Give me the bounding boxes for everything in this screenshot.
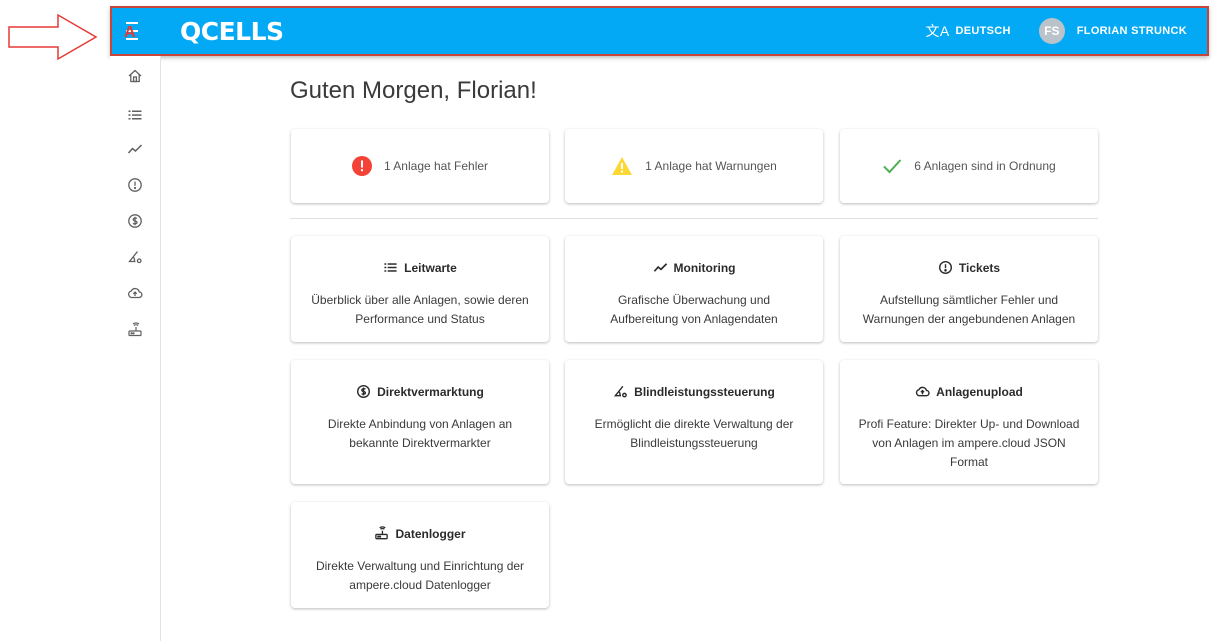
status-card-errors[interactable]: 1 Anlage hat Fehler — [291, 129, 549, 203]
warning-icon — [611, 156, 633, 176]
trend-icon — [127, 144, 143, 154]
feature-title: Datenlogger — [395, 526, 466, 541]
nav-item-monitoring[interactable] — [110, 137, 160, 161]
language-label: DEUTSCH — [955, 25, 1011, 37]
page-title: Guten Morgen, Florian! — [290, 77, 537, 104]
angle-gear-icon — [614, 385, 627, 398]
cloud-upload-icon — [128, 287, 143, 299]
feature-description: Direkte Verwaltung und Einrichtung der a… — [315, 559, 525, 592]
nav-item-upload[interactable] — [110, 281, 160, 305]
top-app-bar: QCELLS 文A DEUTSCH FS FLORIAN STRUNCK — [110, 6, 1209, 56]
divider — [290, 218, 1098, 219]
feature-title-row: Anlagenupload — [840, 384, 1098, 399]
status-text: 1 Anlage hat Warnungen — [645, 159, 777, 173]
feature-description: Grafische Überwachung und Aufbereitung v… — [610, 293, 778, 326]
feature-card-tickets[interactable]: Tickets Aufstellung sämtlicher Fehler un… — [840, 236, 1098, 342]
feature-title-row: Blindleistungssteuerung — [565, 384, 823, 399]
status-card-ok[interactable]: 6 Anlagen sind in Ordnung — [840, 129, 1098, 203]
feature-title-row: Direktvermarktung — [291, 384, 549, 399]
list-icon — [128, 110, 142, 120]
list-icon — [384, 263, 397, 272]
annotation-label: A — [124, 24, 136, 41]
feature-title: Anlagenupload — [936, 384, 1023, 399]
nav-item-tickets[interactable] — [110, 173, 160, 197]
annotation-arrow — [8, 13, 98, 61]
alert-circle-icon — [938, 260, 952, 275]
feature-description: Aufstellung sämtlicher Fehler und Warnun… — [862, 293, 1076, 326]
nav-item-home[interactable] — [110, 64, 160, 88]
nav-item-blindleistung[interactable] — [110, 245, 160, 269]
feature-description: Profi Feature: Direkter Up- und Download… — [858, 417, 1080, 469]
feature-card-blindleistungssteuerung[interactable]: Blindleistungssteuerung Ermöglicht die d… — [565, 360, 823, 484]
avatar[interactable]: FS — [1038, 18, 1065, 44]
alert-circle-icon — [128, 178, 142, 192]
feature-description: Ermöglicht die direkte Verwaltung der Bl… — [594, 417, 794, 450]
feature-title: Leitwarte — [404, 260, 457, 275]
home-icon — [128, 69, 142, 83]
router-icon — [375, 526, 389, 540]
side-navigation — [110, 56, 161, 641]
feature-card-anlagenupload[interactable]: Anlagenupload Profi Feature: Direkter Up… — [840, 360, 1098, 484]
status-text: 1 Anlage hat Fehler — [383, 159, 489, 173]
feature-card-datenlogger[interactable]: Datenlogger Direkte Verwaltung und Einri… — [291, 502, 549, 608]
feature-card-leitwarte[interactable]: Leitwarte Überblick über alle Anlagen, s… — [291, 236, 549, 342]
cloud-upload-icon — [916, 386, 930, 397]
feature-description: Direkte Anbindung von Anlagen an bekannt… — [327, 417, 513, 450]
status-card-warnings[interactable]: 1 Anlage hat Warnungen — [565, 129, 823, 203]
feature-card-monitoring[interactable]: Monitoring Grafische Überwachung und Auf… — [565, 236, 823, 342]
nav-item-datenlogger[interactable] — [110, 318, 160, 342]
language-selector[interactable]: 文A DEUTSCH — [926, 21, 1011, 41]
dollar-circle-icon — [128, 214, 142, 228]
router-icon — [128, 322, 142, 337]
translate-icon: 文A — [925, 23, 950, 39]
feature-title-row: Datenlogger — [291, 526, 549, 541]
nav-item-leitwarte[interactable] — [110, 103, 160, 127]
topbar-right: 文A DEUTSCH FS FLORIAN STRUNCK — [926, 18, 1187, 44]
feature-title: Tickets — [958, 260, 1001, 275]
user-name-button[interactable]: FLORIAN STRUNCK — [1077, 25, 1187, 37]
qcells-logo[interactable]: QCELLS — [180, 17, 284, 46]
feature-title-row: Monitoring — [565, 260, 823, 275]
error-icon — [351, 156, 372, 176]
nav-item-direktvermarktung[interactable] — [110, 209, 160, 233]
feature-title-row: Tickets — [840, 260, 1098, 275]
feature-description: Überblick über alle Anlagen, sowie deren… — [311, 293, 529, 326]
dollar-circle-icon — [357, 384, 371, 399]
feature-title-row: Leitwarte — [291, 260, 549, 275]
feature-title: Blindleistungssteuerung — [634, 384, 775, 399]
page: QCELLS 文A DEUTSCH FS FLORIAN STRUNCK A G… — [0, 0, 1213, 641]
feature-title: Monitoring — [673, 260, 736, 275]
check-icon — [882, 158, 902, 174]
angle-gear-icon — [128, 251, 142, 264]
feature-title: Direktvermarktung — [377, 384, 484, 399]
feature-card-direktvermarktung[interactable]: Direktvermarktung Direkte Anbindung von … — [291, 360, 549, 484]
status-text: 6 Anlagen sind in Ordnung — [914, 159, 1056, 173]
trend-icon — [653, 263, 667, 272]
